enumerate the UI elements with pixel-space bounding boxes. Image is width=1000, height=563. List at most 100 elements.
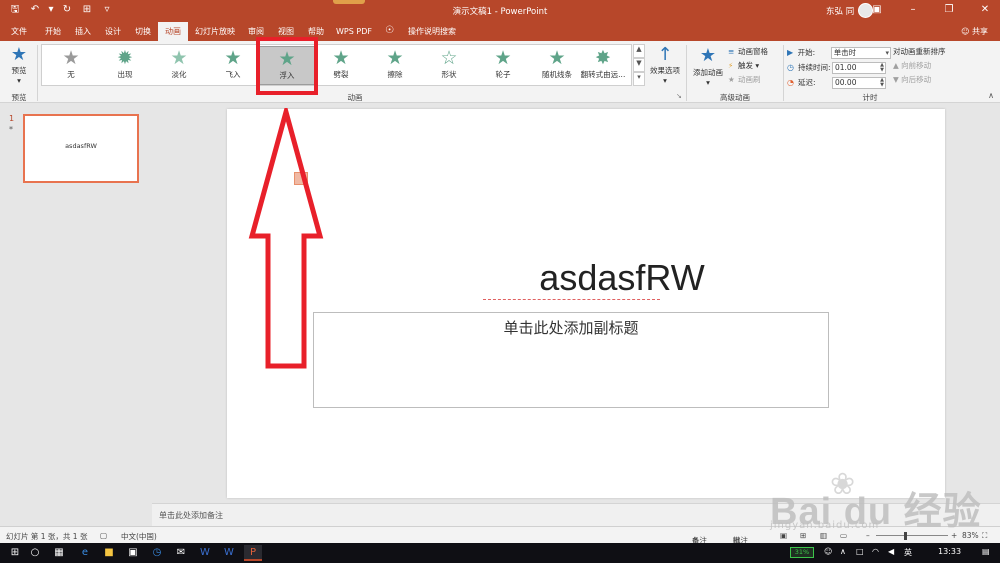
spinner-icon[interactable]: ▲ ▼ <box>880 77 884 88</box>
word-icon[interactable]: W <box>196 545 214 561</box>
share-button[interactable]: ☺ 共享 <box>961 26 988 37</box>
people-icon[interactable]: ☺ <box>824 547 832 556</box>
tab-design[interactable]: 设计 <box>98 22 128 41</box>
battery-indicator[interactable]: 31% <box>790 547 814 558</box>
duration-label: 持续时间: <box>798 63 831 72</box>
tray-chevron-icon[interactable]: ∧ <box>840 547 846 556</box>
search-icon[interactable]: ○ <box>26 545 44 561</box>
tell-me-search[interactable]: 操作说明搜索 <box>400 22 464 41</box>
mail-icon[interactable]: ✉ <box>172 545 190 561</box>
word2-icon[interactable]: W <box>220 545 238 561</box>
task-view-icon[interactable]: ▦ <box>50 545 68 561</box>
divider <box>686 45 687 101</box>
fit-slide-icon[interactable]: ⛶ <box>982 531 987 541</box>
animation-appear[interactable]: ✹ 出现 <box>96 46 154 85</box>
network-icon[interactable]: □ <box>856 547 864 556</box>
gallery-down-icon[interactable]: ▼ <box>633 58 645 72</box>
trigger-label: 触发 <box>738 61 753 70</box>
tab-slideshow[interactable]: 幻灯片放映 <box>190 22 240 41</box>
close-icon[interactable]: ✕ <box>978 2 992 18</box>
powerpoint-icon[interactable]: P <box>244 545 262 561</box>
ribbon-display-options-icon[interactable]: ▣ <box>870 2 884 18</box>
divider <box>783 45 784 101</box>
star-wheel-icon: ★ <box>494 47 512 69</box>
tab-home[interactable]: 开始 <box>38 22 68 41</box>
notes-placeholder: 单击此处添加备注 <box>159 511 223 520</box>
subtitle-placeholder[interactable]: 单击此处添加副标题 <box>313 312 829 408</box>
tab-transitions[interactable]: 切换 <box>128 22 158 41</box>
wifi-icon[interactable]: ◠ <box>872 547 879 556</box>
star-wipe-icon: ★ <box>386 47 404 69</box>
taskbar: ⊞ ○ ▦ e ■ ▣ ◷ ✉ W W P 31% ☺ ∧ □ ◠ ◀ 英 13… <box>0 543 1000 563</box>
volume-icon[interactable]: ◀ <box>888 547 894 556</box>
clock[interactable]: 13:33 <box>938 547 961 556</box>
restore-icon[interactable]: ❐ <box>942 2 956 18</box>
gallery-more-icon[interactable]: ▾ <box>633 72 645 86</box>
highlight-frame <box>256 37 318 95</box>
tab-insert[interactable]: 插入 <box>68 22 98 41</box>
animation-label: 出现 <box>117 70 133 79</box>
arrow-up-icon: ↑ <box>657 44 673 65</box>
notification-icon[interactable]: ▤ <box>982 547 990 556</box>
move-earlier-label: 向前移动 <box>901 61 932 70</box>
start-value: 单击时 <box>833 47 857 57</box>
animation-painter-button[interactable]: ★ 动画刷 <box>728 73 780 87</box>
collapse-ribbon-icon[interactable]: ∧ <box>988 91 994 100</box>
lightning-icon: ⚡ <box>728 61 734 70</box>
start-icon[interactable]: ⊞ <box>6 545 24 561</box>
delay-value: 00.00 <box>835 77 857 87</box>
reorder-controls: 对动画重新排序 ▲ 向前移动 ▼ 向后移动 <box>893 45 983 87</box>
clock-icon: ◷ <box>787 63 794 72</box>
start-dropdown[interactable]: 单击时 ▾ <box>830 46 891 59</box>
watermark: ❀ Bai du 经验 jingyan.baidu.com <box>770 470 985 534</box>
animation-pane-icon: ≡ <box>728 47 735 56</box>
clock-app-icon[interactable]: ◷ <box>148 545 166 561</box>
trigger-button[interactable]: ⚡ 触发 ▾ <box>728 59 780 73</box>
spinner-icon[interactable]: ▲ ▼ <box>880 62 884 73</box>
advanced-animation-list: ≡ 动画窗格 ⚡ 触发 ▾ ★ 动画刷 <box>728 45 780 87</box>
start-label: 开始: <box>797 48 816 57</box>
annotation-arrow <box>248 108 324 369</box>
animation-fade[interactable]: ★ 淡化 <box>150 46 208 85</box>
animation-fly-in[interactable]: ★ 飞入 <box>204 46 262 85</box>
store-icon[interactable]: ▣ <box>124 545 142 561</box>
dialog-launcher-icon[interactable]: ↘ <box>676 92 682 100</box>
add-animation-button[interactable]: ★ 添加动画 ▾ <box>690 45 726 87</box>
animation-shape[interactable]: ☆ 形状 <box>420 46 478 85</box>
ime-indicator[interactable]: 英 <box>904 547 912 558</box>
person-icon: ☺ <box>961 27 972 36</box>
animation-wheel[interactable]: ★ 轮子 <box>474 46 532 85</box>
animation-none[interactable]: ★ 无 <box>42 46 100 85</box>
tab-file[interactable]: 文件 <box>4 22 34 41</box>
minimize-icon[interactable]: – <box>906 2 920 18</box>
loading-indicator <box>333 0 365 4</box>
duration-stepper[interactable]: 01.00 ▲ ▼ <box>832 61 886 74</box>
user-name[interactable]: 东弘 同 <box>826 5 854 17</box>
tab-wps-pdf[interactable]: WPS PDF <box>332 22 376 41</box>
animation-pane-button[interactable]: ≡ 动画窗格 <box>728 45 780 59</box>
slide-thumbnail[interactable]: asdasfRW <box>23 114 139 183</box>
star-shape-icon: ☆ <box>440 47 458 69</box>
slide-count: 幻灯片 第 1 张，共 1 张 <box>6 532 88 541</box>
gallery-up-icon[interactable]: ▲ <box>633 44 645 58</box>
slide-canvas[interactable]: asdasfRW 单击此处添加副标题 <box>227 109 945 498</box>
animation-label: 擦除 <box>387 70 403 79</box>
move-later-button[interactable]: ▼ 向后移动 <box>893 73 983 87</box>
star-split-icon: ★ <box>332 47 350 69</box>
delay-stepper[interactable]: 00.00 ▲ ▼ <box>832 76 886 89</box>
zoom-slider[interactable] <box>876 535 948 536</box>
preview-button[interactable]: ★ 预览 ▾ <box>5 45 33 86</box>
effect-options-button[interactable]: ↑ 效果选项 ▾ <box>648 44 682 86</box>
triangle-up-icon: ▲ <box>893 61 902 70</box>
animation-grow-turn[interactable]: ✸ 翻转式由远... <box>574 46 632 85</box>
accessibility-icon[interactable]: ▢ <box>100 531 107 540</box>
slide-title[interactable]: asdasfRW <box>377 257 867 299</box>
animation-wipe[interactable]: ★ 擦除 <box>366 46 424 85</box>
delay-icon: ◔ <box>787 78 794 87</box>
move-earlier-button[interactable]: ▲ 向前移动 <box>893 59 983 73</box>
language-indicator[interactable]: 中文(中国) <box>121 531 157 542</box>
animation-split[interactable]: ★ 劈裂 <box>312 46 370 85</box>
file-explorer-icon[interactable]: ■ <box>100 545 118 561</box>
edge-icon[interactable]: e <box>76 545 94 561</box>
tab-animations[interactable]: 动画 <box>158 22 188 41</box>
